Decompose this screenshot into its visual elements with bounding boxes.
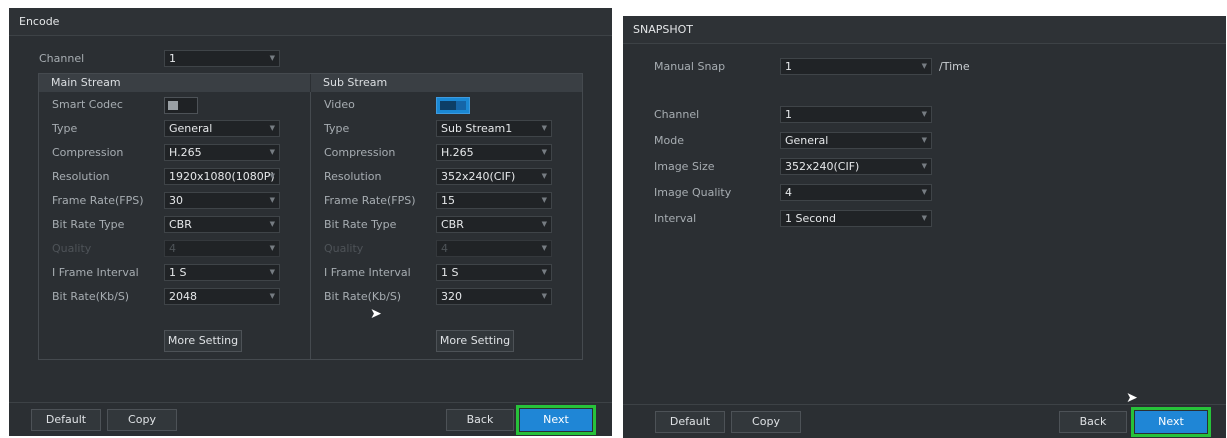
chevron-down-icon: ▼ (269, 244, 275, 252)
snapshot-image-size-label: Image Size (654, 160, 715, 173)
encode-footer: Default Copy Back Next (9, 402, 612, 436)
main-bitrate-select[interactable]: 2048 ▼ (164, 288, 280, 305)
main-compression-label: Compression (52, 146, 124, 159)
channel-label: Channel (39, 52, 85, 65)
sub-bitrate-type-select[interactable]: CBR ▼ (436, 216, 552, 233)
video-toggle[interactable] (436, 97, 470, 114)
back-button[interactable]: Back (446, 409, 514, 431)
snapshot-interval-select[interactable]: 1 Second ▼ (780, 210, 932, 227)
copy-button[interactable]: Copy (107, 409, 177, 431)
main-stream-header: Main Stream (39, 74, 310, 92)
sub-framerate-label: Frame Rate(FPS) (324, 194, 416, 207)
main-more-setting-button[interactable]: More Setting (164, 330, 242, 352)
sub-compression-label: Compression (324, 146, 396, 159)
chevron-down-icon: ▼ (541, 172, 547, 180)
sub-bitrate-type-label: Bit Rate Type (324, 218, 397, 231)
sub-stream-header: Sub Stream (311, 74, 582, 92)
chevron-down-icon: ▼ (541, 292, 547, 300)
sub-more-setting-button[interactable]: More Setting (436, 330, 514, 352)
chevron-down-icon: ▼ (921, 214, 927, 222)
manual-snap-select[interactable]: 1 ▼ (780, 58, 932, 75)
main-type-label: Type (52, 122, 78, 135)
main-compression-select[interactable]: H.265 ▼ (164, 144, 280, 161)
main-iframe-select[interactable]: 1 S ▼ (164, 264, 280, 281)
sub-bitrate-label: Bit Rate(Kb/S) (324, 290, 402, 303)
snapshot-channel-select[interactable]: 1 ▼ (780, 106, 932, 123)
smart-codec-toggle[interactable] (164, 97, 198, 114)
snapshot-interval-label: Interval (654, 212, 697, 225)
encode-title: Encode (9, 8, 612, 36)
chevron-down-icon: ▼ (269, 124, 275, 132)
sub-quality-select: 4 ▼ (436, 240, 552, 257)
snapshot-title: SNAPSHOT (623, 16, 1226, 44)
main-quality-label: Quality (52, 242, 92, 255)
chevron-down-icon: ▼ (269, 196, 275, 204)
chevron-down-icon: ▼ (269, 220, 275, 228)
chevron-down-icon: ▼ (541, 244, 547, 252)
manual-snap-unit: /Time (939, 60, 970, 73)
sub-bitrate-select[interactable]: 320 ▼ (436, 288, 552, 305)
manual-snap-label: Manual Snap (654, 60, 726, 73)
main-framerate-select[interactable]: 30 ▼ (164, 192, 280, 209)
sub-compression-select[interactable]: H.265 ▼ (436, 144, 552, 161)
sub-framerate-select[interactable]: 15 ▼ (436, 192, 552, 209)
default-button[interactable]: Default (31, 409, 101, 431)
snapshot-panel: SNAPSHOT Manual Snap 1 ▼ /Time Channel 1 ▼… (623, 16, 1226, 438)
chevron-down-icon: ▼ (269, 148, 275, 156)
sub-iframe-label: I Frame Interval (324, 266, 411, 279)
snapshot-image-size-select[interactable]: 352x240(CIF) ▼ (780, 158, 932, 175)
snapshot-image-quality-label: Image Quality (654, 186, 732, 199)
snapshot-footer: Default Copy Back Next (623, 404, 1226, 438)
snapshot-copy-button[interactable]: Copy (731, 411, 801, 433)
sub-video-label: Video (324, 98, 355, 111)
chevron-down-icon: ▼ (269, 172, 275, 180)
snapshot-mode-label: Mode (654, 134, 684, 147)
sub-resolution-label: Resolution (324, 170, 382, 183)
main-iframe-label: I Frame Interval (52, 266, 139, 279)
chevron-down-icon: ▼ (541, 148, 547, 156)
sub-iframe-select[interactable]: 1 S ▼ (436, 264, 552, 281)
snapshot-mode-select[interactable]: General ▼ (780, 132, 932, 149)
mouse-cursor-icon: ➤ (370, 306, 382, 322)
main-quality-select: 4 ▼ (164, 240, 280, 257)
main-type-select[interactable]: General ▼ (164, 120, 280, 137)
chevron-down-icon: ▼ (921, 136, 927, 144)
sub-type-label: Type (324, 122, 350, 135)
channel-select[interactable]: 1 ▼ (164, 50, 280, 67)
channel-value: 1 (169, 52, 176, 65)
chevron-down-icon: ▼ (921, 162, 927, 170)
snapshot-next-button[interactable]: Next (1131, 407, 1211, 437)
main-bitrate-label: Bit Rate(Kb/S) (52, 290, 130, 303)
chevron-down-icon: ▼ (921, 188, 927, 196)
snapshot-back-button[interactable]: Back (1059, 411, 1127, 433)
chevron-down-icon: ▼ (921, 110, 927, 118)
chevron-down-icon: ▼ (541, 220, 547, 228)
sub-type-select[interactable]: Sub Stream1 ▼ (436, 120, 552, 137)
sub-quality-label: Quality (324, 242, 364, 255)
snapshot-default-button[interactable]: Default (655, 411, 725, 433)
main-resolution-select[interactable]: 1920x1080(1080P) ▼ (164, 168, 280, 185)
streams-divider (310, 92, 311, 360)
chevron-down-icon: ▼ (269, 54, 275, 62)
main-smart-codec-label: Smart Codec (52, 98, 123, 111)
main-bitrate-type-label: Bit Rate Type (52, 218, 125, 231)
main-framerate-label: Frame Rate(FPS) (52, 194, 144, 207)
sub-resolution-select[interactable]: 352x240(CIF) ▼ (436, 168, 552, 185)
main-bitrate-type-select[interactable]: CBR ▼ (164, 216, 280, 233)
main-resolution-label: Resolution (52, 170, 110, 183)
chevron-down-icon: ▼ (541, 124, 547, 132)
chevron-down-icon: ▼ (921, 62, 927, 70)
chevron-down-icon: ▼ (269, 292, 275, 300)
chevron-down-icon: ▼ (541, 268, 547, 276)
snapshot-image-quality-select[interactable]: 4 ▼ (780, 184, 932, 201)
chevron-down-icon: ▼ (269, 268, 275, 276)
next-button[interactable]: Next (516, 405, 596, 435)
chevron-down-icon: ▼ (541, 196, 547, 204)
encode-panel: Encode Channel 1 ▼ Main Stream Sub Strea… (9, 8, 612, 436)
snapshot-channel-label: Channel (654, 108, 700, 121)
